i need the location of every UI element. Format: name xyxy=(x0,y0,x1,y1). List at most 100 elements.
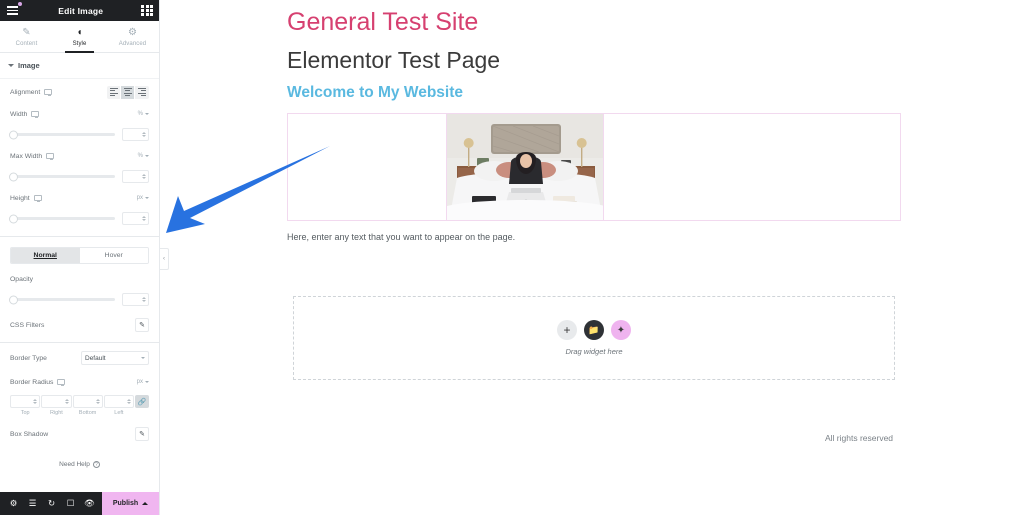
panel-header: Edit Image xyxy=(0,0,159,21)
page-title: Elementor Test Page xyxy=(287,47,501,73)
question-circle-icon: ? xyxy=(92,461,100,468)
border-radius-labels: Top Right Bottom Left xyxy=(10,410,149,416)
width-stepper[interactable] xyxy=(142,132,146,137)
tab-style[interactable]: ◖ Style xyxy=(53,21,106,53)
height-slider[interactable] xyxy=(9,214,115,223)
tab-content[interactable]: ✎ Content xyxy=(0,21,53,52)
apps-grid-icon[interactable] xyxy=(141,4,153,17)
preview-eye-icon[interactable]: 👁 xyxy=(80,492,99,515)
tab-style-label: Style xyxy=(72,41,87,47)
site-title: General Test Site xyxy=(287,8,479,36)
align-center-button[interactable] xyxy=(121,85,135,99)
opacity-stepper[interactable] xyxy=(142,297,146,302)
desktop-device-icon[interactable] xyxy=(46,153,55,161)
tab-advanced-label: Advanced xyxy=(118,41,147,47)
image-widget[interactable] xyxy=(446,114,604,220)
max-width-unit-selector[interactable]: % xyxy=(138,153,149,159)
border-type-select[interactable]: Default xyxy=(81,351,149,365)
control-width: Width % xyxy=(0,101,159,143)
responsive-mode-icon[interactable]: ☐ xyxy=(61,492,80,515)
notification-dot xyxy=(18,2,22,6)
control-css-filters: CSS Filters ✎ xyxy=(0,308,159,334)
panel-body: Image Alignment Width % Max Width % Heig… xyxy=(0,53,159,492)
control-border-radius: Border Radius px 🔗 Top Right Bottom Left xyxy=(0,367,159,418)
chevron-down-icon xyxy=(145,155,149,157)
align-right-button[interactable] xyxy=(135,85,149,99)
folder-icon[interactable]: 📁 xyxy=(584,320,604,340)
plus-icon[interactable]: + xyxy=(557,320,577,340)
height-slider-knob[interactable] xyxy=(9,214,18,223)
drag-widget-dropzone[interactable]: + 📁 ✦ Drag widget here xyxy=(293,296,895,380)
dropzone-label: Drag widget here xyxy=(565,347,623,356)
width-slider[interactable] xyxy=(9,130,115,139)
image-section-left-col xyxy=(288,114,446,220)
footer-rights-text: All rights reserved xyxy=(825,433,894,443)
width-unit-selector[interactable]: % xyxy=(138,111,149,117)
elementor-editor-root: Edit Image ✎ Content ◖ Style ⚙ Advanced xyxy=(0,0,1024,515)
desktop-device-icon[interactable] xyxy=(57,379,66,387)
desktop-device-icon[interactable] xyxy=(44,89,53,97)
chevron-down-icon xyxy=(8,64,14,67)
width-label: Width xyxy=(10,110,28,118)
alignment-button-group xyxy=(107,85,149,99)
desktop-device-icon[interactable] xyxy=(31,111,40,119)
height-label: Height xyxy=(10,194,30,202)
state-tab-hover[interactable]: Hover xyxy=(79,248,148,263)
max-width-slider-knob[interactable] xyxy=(9,172,18,181)
max-width-stepper[interactable] xyxy=(142,174,146,179)
layers-navigator-icon[interactable]: ☰ xyxy=(23,492,42,515)
width-input[interactable] xyxy=(122,128,149,141)
box-shadow-edit-pencil-icon[interactable]: ✎ xyxy=(135,427,149,441)
section-image-header[interactable]: Image xyxy=(0,53,159,79)
panel-footer-icons: ⚙ ☰ ↻ ☐ 👁 xyxy=(0,492,102,515)
border-radius-top-stepper[interactable] xyxy=(33,399,38,404)
pencil-icon: ✎ xyxy=(22,27,31,38)
border-radius-left-input[interactable] xyxy=(103,395,134,408)
link-icon[interactable]: 🔗 xyxy=(135,395,149,408)
height-input[interactable] xyxy=(122,212,149,225)
control-max-width: Max Width % xyxy=(0,143,159,185)
border-radius-unit-selector[interactable]: px xyxy=(137,379,149,385)
control-alignment: Alignment xyxy=(0,79,159,101)
welcome-heading: Welcome to My Website xyxy=(287,84,463,101)
opacity-input[interactable] xyxy=(122,293,149,306)
opacity-slider[interactable] xyxy=(9,295,115,304)
border-radius-bottom-input[interactable] xyxy=(72,395,103,408)
max-width-slider[interactable] xyxy=(9,172,115,181)
sparkle-icon[interactable]: ✦ xyxy=(611,320,631,340)
state-tab-normal[interactable]: Normal xyxy=(11,248,80,263)
panel-title: Edit Image xyxy=(58,5,104,16)
control-box-shadow: Box Shadow ✎ xyxy=(0,418,159,443)
image-widget-section[interactable] xyxy=(287,113,901,221)
width-slider-knob[interactable] xyxy=(9,130,18,139)
settings-gear-icon[interactable]: ⚙ xyxy=(4,492,23,515)
tab-advanced[interactable]: ⚙ Advanced xyxy=(106,21,159,52)
panel-collapse-handle[interactable]: ‹ xyxy=(160,248,169,270)
border-radius-top-input[interactable] xyxy=(10,395,41,408)
desktop-device-icon[interactable] xyxy=(33,195,42,203)
opacity-slider-knob[interactable] xyxy=(9,295,18,304)
border-radius-right-input[interactable] xyxy=(41,395,72,408)
height-unit-selector[interactable]: px xyxy=(137,195,149,201)
panel-footer: ⚙ ☰ ↻ ☐ 👁 Publish xyxy=(0,492,159,515)
border-radius-right-stepper[interactable] xyxy=(64,399,69,404)
body-text: Here, enter any text that you want to ap… xyxy=(287,232,516,242)
border-radius-bottom-stepper[interactable] xyxy=(95,399,100,404)
border-radius-right-label: Right xyxy=(49,410,63,416)
chevron-down-icon xyxy=(141,357,145,359)
css-filters-edit-pencil-icon[interactable]: ✎ xyxy=(135,318,149,332)
hamburger-menu-icon[interactable] xyxy=(6,2,22,16)
border-radius-left-stepper[interactable] xyxy=(127,399,131,404)
border-type-value: Default xyxy=(85,354,106,362)
page-canvas: General Test Site Elementor Test Page We… xyxy=(160,0,1024,515)
align-left-button[interactable] xyxy=(107,85,121,99)
panel-tabs: ✎ Content ◖ Style ⚙ Advanced xyxy=(0,21,159,53)
dropzone-buttons: + 📁 ✦ xyxy=(557,320,631,340)
publish-button[interactable]: Publish xyxy=(102,492,159,515)
caret-up-icon[interactable] xyxy=(142,502,149,505)
need-help-link[interactable]: Need Help ? xyxy=(0,443,159,468)
history-icon[interactable]: ↻ xyxy=(42,492,61,515)
max-width-input[interactable] xyxy=(122,170,149,183)
height-stepper[interactable] xyxy=(142,216,146,221)
max-width-unit-value: % xyxy=(137,153,143,159)
